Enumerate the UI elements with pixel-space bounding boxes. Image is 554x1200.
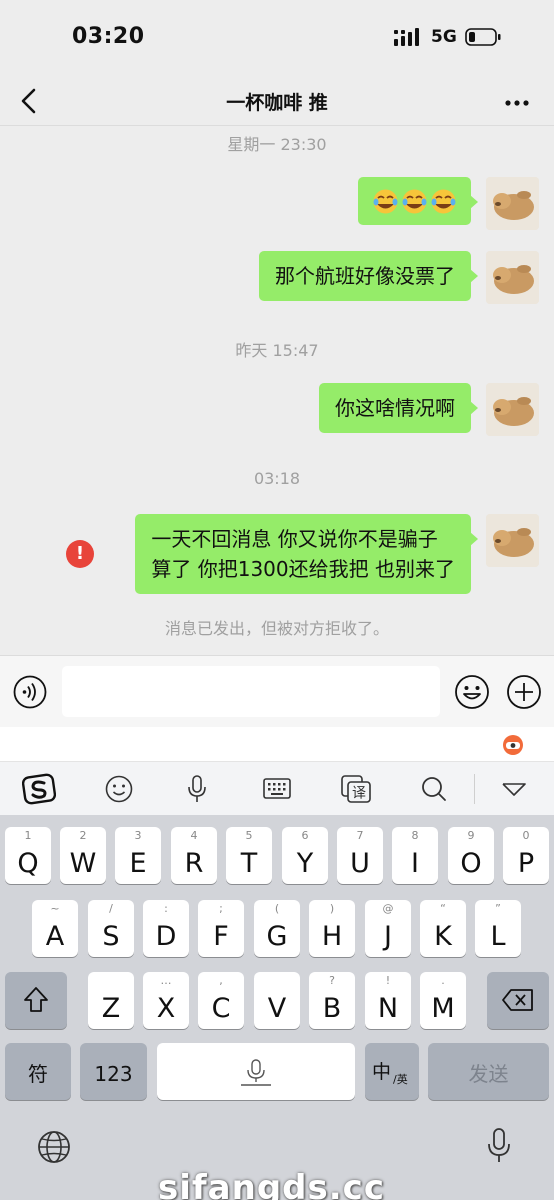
backspace-icon bbox=[502, 989, 533, 1011]
sogou-logo-icon[interactable] bbox=[22, 772, 56, 806]
backspace-key[interactable] bbox=[487, 972, 549, 1029]
timestamp-label: 03:18 bbox=[253, 469, 301, 488]
key-f[interactable]: ; F bbox=[198, 900, 244, 957]
shift-key[interactable] bbox=[5, 972, 67, 1029]
outgoing-message-bubble[interactable]: 你这啥情况啊 bbox=[319, 383, 478, 433]
avatar[interactable] bbox=[486, 251, 539, 304]
key-p[interactable]: 0P bbox=[503, 827, 549, 884]
microphone-icon[interactable] bbox=[180, 772, 214, 806]
watermark-text: sifangds.cc bbox=[158, 1168, 385, 1200]
network-label: 5G bbox=[431, 27, 457, 47]
dog-avatar-icon bbox=[486, 383, 539, 436]
keyboard-toolbar: 译 bbox=[0, 761, 554, 815]
outgoing-message-bubble[interactable] bbox=[358, 177, 478, 225]
timestamp-label: 星期一 23:30 bbox=[227, 135, 327, 154]
language-switch-key[interactable]: 中 /英 bbox=[365, 1043, 419, 1100]
shift-arrow-icon bbox=[24, 987, 48, 1012]
key-r[interactable]: 4R bbox=[171, 827, 217, 884]
space-key[interactable] bbox=[157, 1043, 355, 1100]
dog-avatar-icon bbox=[486, 251, 539, 304]
message-text-line: 一天不回消息 你又说你不是骗子 bbox=[151, 527, 438, 551]
key-h[interactable]: ) H bbox=[309, 900, 355, 957]
smiley-icon[interactable] bbox=[102, 772, 136, 806]
timestamp-label: 昨天 15:47 bbox=[235, 341, 319, 360]
dog-avatar-icon bbox=[486, 177, 539, 230]
message-text: 你这啥情况啊 bbox=[335, 396, 455, 420]
voice-input-icon bbox=[241, 1059, 271, 1086]
key-j[interactable]: @ J bbox=[365, 900, 411, 957]
search-icon[interactable] bbox=[417, 772, 451, 806]
chat-header: 一杯咖啡 推 bbox=[0, 78, 554, 126]
collapse-keyboard-icon[interactable] bbox=[497, 772, 531, 806]
chat-message-list[interactable]: 星期一 23:30 那个航班好像没票了 昨天 15:47 你这啥情况啊 03:1… bbox=[0, 127, 554, 655]
key-u[interactable]: 7U bbox=[337, 827, 383, 884]
key-w[interactable]: 2W bbox=[60, 827, 106, 884]
message-input-bar bbox=[0, 655, 554, 727]
numbers-key[interactable]: 123 bbox=[80, 1043, 147, 1100]
key-k[interactable]: “K bbox=[420, 900, 466, 957]
dictation-mic-icon[interactable] bbox=[484, 1127, 514, 1165]
key-e[interactable]: 3E bbox=[115, 827, 161, 884]
message-text-line: 算了 你把1300还给我把 也别来了 bbox=[151, 557, 455, 581]
send-failed-icon[interactable]: ! bbox=[66, 540, 94, 568]
rofl-emoji-icon bbox=[431, 189, 456, 214]
key-q[interactable]: 1Q bbox=[5, 827, 51, 884]
key-s[interactable]: / S bbox=[88, 900, 134, 957]
lang-key-sub: /英 bbox=[393, 1073, 408, 1086]
key-z[interactable]: Z bbox=[88, 972, 134, 1029]
translate-icon[interactable]: 译 bbox=[339, 772, 373, 806]
plus-icon[interactable] bbox=[506, 674, 542, 710]
key-b[interactable]: ? B bbox=[309, 972, 355, 1029]
toolbar-divider bbox=[474, 774, 475, 804]
key-c[interactable]: ,C bbox=[198, 972, 244, 1029]
key-a[interactable]: ~ A bbox=[32, 900, 78, 957]
send-key[interactable]: 发送 bbox=[428, 1043, 549, 1100]
voice-icon[interactable] bbox=[13, 675, 47, 709]
lang-key-label: 中 bbox=[372, 1061, 392, 1083]
message-text: 那个航班好像没票了 bbox=[275, 264, 455, 288]
key-y[interactable]: 6Y bbox=[282, 827, 328, 884]
outgoing-message-bubble[interactable]: 那个航班好像没票了 bbox=[259, 251, 478, 301]
key-l[interactable]: ” L bbox=[475, 900, 521, 957]
key-x[interactable]: … X bbox=[143, 972, 189, 1029]
mascot-badge-icon[interactable] bbox=[500, 731, 526, 757]
emoji-icon[interactable] bbox=[454, 674, 490, 710]
key-g[interactable]: (G bbox=[254, 900, 300, 957]
keyboard-icon[interactable] bbox=[260, 772, 294, 806]
avatar[interactable] bbox=[486, 177, 539, 230]
key-i[interactable]: 8I bbox=[392, 827, 438, 884]
key-v[interactable]: V bbox=[254, 972, 300, 1029]
avatar[interactable] bbox=[486, 514, 539, 567]
symbols-key[interactable]: 符 bbox=[5, 1043, 71, 1100]
translate-glyph: 译 bbox=[352, 786, 366, 802]
battery-icon bbox=[465, 28, 501, 46]
key-m[interactable]: .M bbox=[420, 972, 466, 1029]
signal-icon bbox=[394, 28, 419, 46]
status-bar: 03:20 5G bbox=[0, 0, 554, 78]
key-o[interactable]: 9O bbox=[448, 827, 494, 884]
rejected-notice: 消息已发出，但被对方拒收了。 bbox=[164, 619, 389, 638]
key-d[interactable]: :D bbox=[143, 900, 189, 957]
more-options-icon[interactable] bbox=[502, 84, 532, 118]
keyboard: 1Q 2W 3E 4R 5T 6Y 7U 8I 9O 0P ~ A / S :D ;… bbox=[0, 815, 554, 1200]
rofl-emoji-icon bbox=[402, 189, 427, 214]
avatar[interactable] bbox=[486, 383, 539, 436]
message-input[interactable] bbox=[62, 666, 440, 717]
status-time: 03:20 bbox=[72, 24, 145, 49]
key-n[interactable]: ! N bbox=[365, 972, 411, 1029]
outgoing-message-bubble[interactable]: 一天不回消息 你又说你不是骗子 算了 你把1300还给我把 也别来了 bbox=[135, 514, 478, 594]
candidate-bar bbox=[0, 727, 554, 761]
key-t[interactable]: 5T bbox=[226, 827, 272, 884]
globe-icon[interactable] bbox=[36, 1129, 72, 1165]
chat-title: 一杯咖啡 推 bbox=[226, 92, 328, 114]
dog-avatar-icon bbox=[486, 514, 539, 567]
rofl-emoji-icon bbox=[373, 189, 398, 214]
